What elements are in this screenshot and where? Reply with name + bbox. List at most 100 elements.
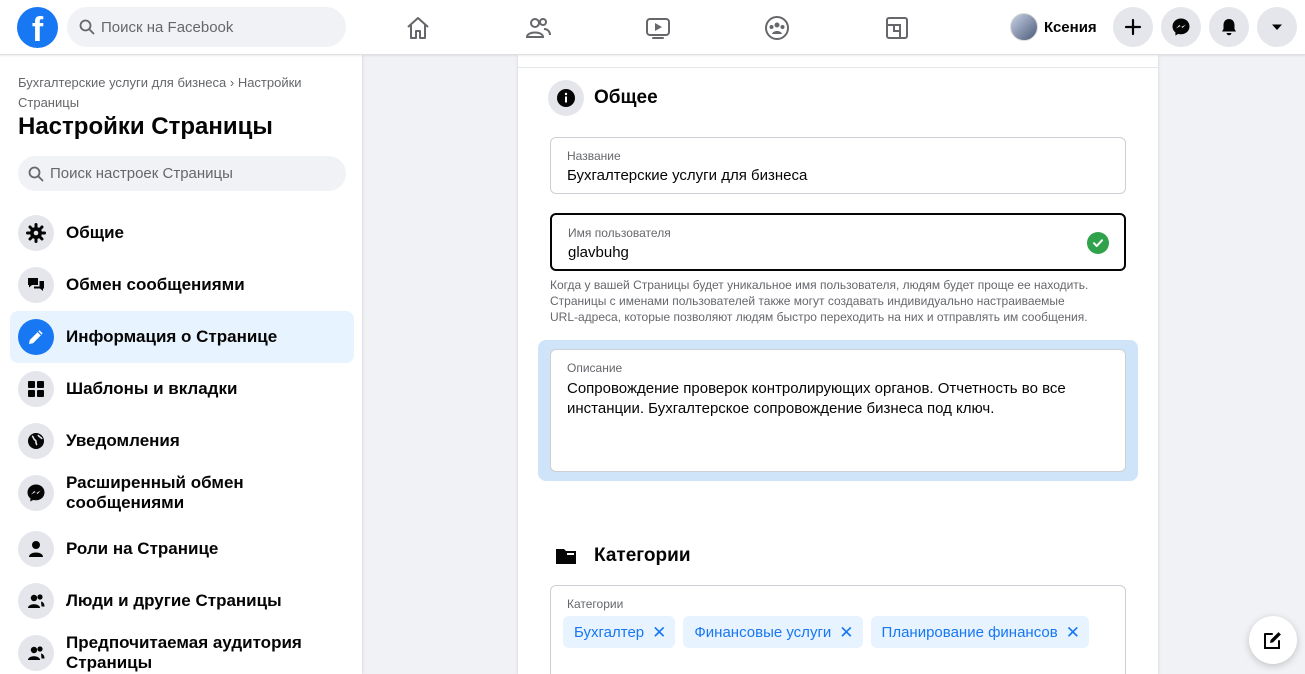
- sidebar-item-label: Шаблоны и вкладки: [66, 379, 238, 398]
- tag-label: Финансовые услуги: [694, 623, 832, 641]
- people-icon: [28, 594, 45, 608]
- search-icon: [28, 166, 44, 181]
- category-tag: Финансовые услуги ✕: [683, 616, 863, 648]
- field-value[interactable]: glavbuhg: [568, 244, 629, 261]
- search-icon: [79, 19, 95, 35]
- friends-icon: [525, 18, 551, 38]
- category-icon: [556, 549, 576, 564]
- close-icon[interactable]: ✕: [839, 624, 853, 641]
- description-focus-ring: Описание Сопровождение проверок контроли…: [538, 340, 1138, 481]
- sidebar-item-messaging[interactable]: Обмен сообщениями: [10, 259, 354, 311]
- close-icon[interactable]: ✕: [1066, 624, 1080, 641]
- facebook-search-input[interactable]: [101, 18, 321, 36]
- chat-icon: [28, 278, 44, 291]
- home-nav-button[interactable]: [398, 8, 438, 48]
- section-title: Категории: [594, 545, 691, 566]
- general-section-header: Общее: [548, 80, 658, 116]
- notifications-button[interactable]: [1209, 7, 1249, 47]
- username-field[interactable]: Имя пользователя glavbuhg: [550, 213, 1126, 271]
- sidebar-item-page-roles[interactable]: Роли на Странице: [10, 523, 354, 575]
- home-icon: [407, 17, 429, 39]
- divider: [518, 67, 1158, 68]
- page-info-card: Общее Название Бухгалтерские услуги для …: [518, 55, 1158, 674]
- friends-nav-button[interactable]: [518, 8, 558, 48]
- field-value[interactable]: Бухгалтерские услуги для бизнеса: [567, 167, 807, 184]
- sidebar-item-page-info[interactable]: Информация о Странице: [10, 311, 354, 363]
- close-icon[interactable]: ✕: [652, 624, 666, 641]
- field-label: Описание: [567, 361, 623, 375]
- sidebar-item-templates-tabs[interactable]: Шаблоны и вкладки: [10, 363, 354, 415]
- category-tag: Бухгалтер ✕: [563, 616, 676, 648]
- compose-icon: [1264, 632, 1281, 649]
- create-button[interactable]: [1113, 7, 1153, 47]
- field-value[interactable]: Сопровождение проверок контролирующих ор…: [567, 379, 1117, 419]
- description-field[interactable]: Описание Сопровождение проверок контроли…: [550, 349, 1126, 472]
- sidebar-item-preferred-audience[interactable]: Предпочитаемая аудитория Страницы: [10, 627, 354, 674]
- info-icon: [557, 89, 575, 107]
- facebook-search[interactable]: [67, 7, 346, 47]
- groups-icon: [765, 16, 789, 40]
- sidebar-item-advanced-messaging[interactable]: Расширенный обмен сообщениями: [10, 467, 354, 519]
- sidebar-item-label: Роли на Странице: [66, 539, 219, 558]
- sidebar-item-icon-wrap: [18, 475, 54, 511]
- sidebar-item-label: Люди и другие Страницы: [66, 591, 282, 610]
- checkmark-icon: [1093, 239, 1103, 247]
- sidebar-item-label: Предпочитаемая аудитория Страницы: [66, 633, 302, 672]
- sidebar-item-icon-wrap: [18, 531, 54, 567]
- page-name-field[interactable]: Название Бухгалтерские услуги для бизнес…: [550, 137, 1126, 194]
- sidebar-item-icon-wrap: [18, 319, 54, 355]
- page-title: Настройки Страницы: [18, 113, 273, 140]
- people-icon: [28, 646, 45, 660]
- sidebar-item-label: Обмен сообщениями: [66, 275, 245, 294]
- breadcrumb[interactable]: Бухгалтерские услуги для бизнеса › Настр…: [18, 73, 318, 113]
- check-icon: [1087, 232, 1109, 254]
- logo-letter: f: [31, 11, 44, 48]
- messenger-icon: [1172, 18, 1190, 36]
- categories-section-header: Категории: [548, 538, 691, 574]
- account-menu-button[interactable]: [1257, 7, 1297, 47]
- messenger-icon: [27, 484, 45, 502]
- settings-search-input[interactable]: [50, 165, 330, 182]
- facebook-logo[interactable]: f: [17, 7, 58, 48]
- sidebar-item-icon-wrap: [18, 423, 54, 459]
- settings-search[interactable]: [18, 156, 346, 191]
- sidebar-item-icon-wrap: [18, 267, 54, 303]
- top-navigation-bar: f Ксения: [0, 0, 1305, 55]
- sidebar-item-icon-wrap: [18, 635, 54, 671]
- plus-icon: [1124, 18, 1142, 36]
- sidebar-item-icon-wrap: [18, 215, 54, 251]
- sidebar-item-general[interactable]: Общие: [10, 207, 354, 259]
- tag-label: Планирование финансов: [881, 623, 1058, 641]
- section-icon-wrap: [548, 80, 584, 116]
- gaming-nav-button[interactable]: [877, 8, 917, 48]
- avatar: [1010, 13, 1038, 41]
- categories-field[interactable]: Категории Бухгалтер ✕ Финансовые услуги …: [550, 585, 1126, 674]
- section-icon-wrap: [548, 538, 584, 574]
- sidebar-item-notifications[interactable]: Уведомления: [10, 415, 354, 467]
- sidebar-item-icon-wrap: [18, 371, 54, 407]
- groups-nav-button[interactable]: [757, 8, 797, 48]
- globe-icon: [28, 433, 44, 449]
- sidebar-item-label: Уведомления: [66, 431, 180, 450]
- sidebar-item-people-pages[interactable]: Люди и другие Страницы: [10, 575, 354, 627]
- profile-name: Ксения: [1044, 18, 1097, 36]
- pencil-icon: [29, 330, 43, 344]
- gear-icon: [26, 223, 46, 243]
- new-message-button[interactable]: [1249, 616, 1297, 664]
- grid-icon: [28, 381, 44, 397]
- tag-label: Бухгалтер: [574, 623, 645, 641]
- category-tag: Планирование финансов ✕: [870, 616, 1089, 648]
- sidebar-item-icon-wrap: [18, 583, 54, 619]
- profile-chip[interactable]: Ксения: [1006, 9, 1105, 45]
- gaming-icon: [886, 17, 908, 39]
- section-title: Общее: [594, 87, 658, 108]
- field-label: Название: [567, 149, 621, 163]
- watch-nav-button[interactable]: [638, 8, 678, 48]
- watch-icon: [646, 18, 670, 39]
- messenger-button[interactable]: [1161, 7, 1201, 47]
- sidebar-item-label: Информация о Странице: [66, 327, 278, 346]
- username-hint: Когда у вашей Страницы будет уникальное …: [550, 278, 1089, 324]
- caret-down-icon: [1272, 24, 1282, 30]
- settings-sidebar: Бухгалтерские услуги для бизнеса › Настр…: [0, 55, 362, 674]
- field-label: Имя пользователя: [568, 226, 671, 240]
